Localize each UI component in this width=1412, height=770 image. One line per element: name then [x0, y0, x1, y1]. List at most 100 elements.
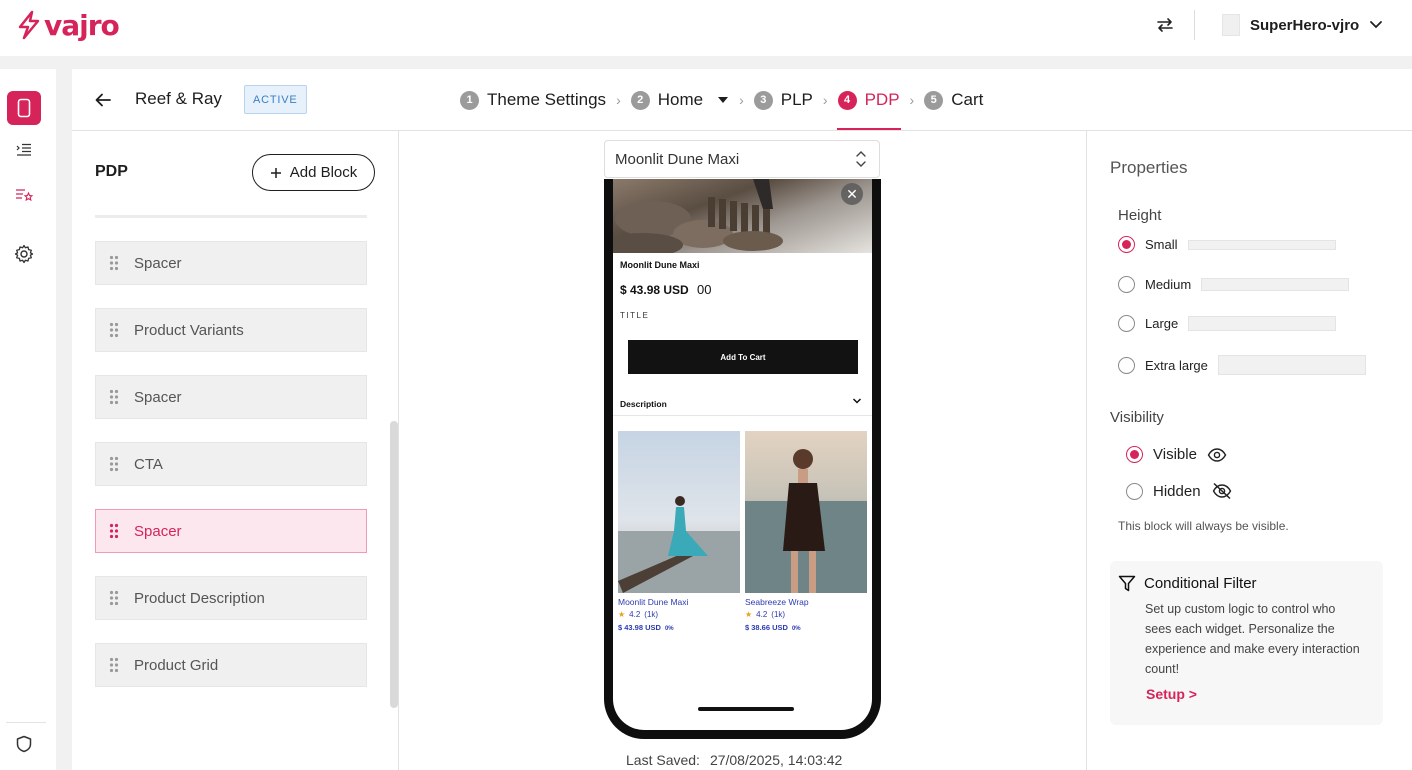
drag-handle-icon[interactable]: [108, 523, 120, 539]
drag-handle-icon[interactable]: [108, 322, 120, 338]
phone-preview: ✕ Moonlit Dune Maxi $ 43.98 USD 00 TITLE…: [604, 179, 881, 739]
home-indicator: [698, 707, 794, 711]
last-saved-value: 27/08/2025, 14:03:42: [709, 752, 843, 768]
chevron-down-icon: [852, 398, 862, 404]
block-label: Spacer: [134, 522, 182, 540]
drag-handle-icon[interactable]: [108, 657, 120, 673]
filter-description: Set up custom logic to control who sees …: [1145, 602, 1360, 676]
last-saved-label: Last Saved:: [626, 752, 700, 768]
block-label: Spacer: [134, 388, 182, 406]
price-value: $ 38.66 USD: [745, 623, 788, 632]
block-item-spacer[interactable]: Spacer: [95, 241, 367, 285]
nav-settings[interactable]: [7, 237, 41, 271]
properties-title: Properties: [1110, 158, 1188, 177]
radio-unselected[interactable]: [1118, 276, 1135, 293]
blocks-scrollbar[interactable]: [390, 421, 398, 708]
filter-header: Conditional Filter: [1118, 575, 1257, 592]
sort-chevrons-icon: [856, 151, 866, 167]
radio-unselected[interactable]: [1126, 482, 1143, 500]
step-theme-settings[interactable]: 1 Theme Settings: [460, 87, 606, 113]
product-name: Moonlit Dune Maxi: [618, 597, 689, 607]
rail-divider: [6, 722, 46, 723]
nav-security[interactable]: [7, 727, 41, 761]
add-block-label: Add Block: [289, 164, 358, 181]
visibility-option-visible[interactable]: Visible: [1126, 446, 1227, 463]
product-select[interactable]: Moonlit Dune Maxi: [604, 140, 880, 178]
radio-label: Large: [1145, 316, 1179, 331]
vajro-logo[interactable]: vajro: [16, 8, 120, 42]
blocks-panel: PDP Add Block Spacer Product Variants Sp…: [72, 131, 399, 770]
step-cart[interactable]: 5 Cart: [924, 87, 983, 113]
block-label: Product Grid: [134, 656, 219, 674]
bolt-icon: [18, 10, 40, 40]
eye-icon: [1207, 447, 1227, 462]
height-option-large[interactable]: Large: [1118, 315, 1337, 332]
rating-value: 4.2: [756, 610, 768, 619]
plus-icon: [270, 167, 281, 178]
drag-handle-icon[interactable]: [108, 255, 120, 271]
drag-handle-icon[interactable]: [108, 590, 120, 606]
block-item-product-description[interactable]: Product Description: [95, 576, 367, 620]
height-option-medium[interactable]: Medium: [1118, 276, 1350, 293]
chevron-right-icon: ›: [616, 92, 621, 108]
grid-product-card[interactable]: Seabreeze Wrap ★ 4.2 (1k) $ 38.66 USD 0%: [745, 431, 867, 632]
height-option-extra-large[interactable]: Extra large: [1118, 355, 1366, 375]
block-item-spacer[interactable]: Spacer: [95, 375, 367, 419]
pdp-price-extra: 00: [697, 282, 712, 297]
nav-mobile-builder[interactable]: [7, 91, 41, 125]
filter-title: Conditional Filter: [1144, 575, 1257, 592]
visibility-option-hidden[interactable]: Hidden: [1126, 482, 1233, 500]
variant-label: TITLE: [620, 311, 650, 320]
list-indent-icon: [16, 143, 31, 156]
step-plp[interactable]: 3 PLP: [753, 87, 813, 113]
block-item-product-grid[interactable]: Product Grid: [95, 643, 367, 687]
account-menu[interactable]: SuperHero-vjro: [1222, 12, 1383, 38]
step-home[interactable]: 2 Home: [630, 87, 729, 113]
caret-down-icon: [718, 97, 729, 103]
grid-product-card[interactable]: Moonlit Dune Maxi ★ 4.2 (1k) $ 43.98 USD…: [618, 431, 740, 632]
chevron-right-icon: ›: [739, 92, 744, 108]
top-bar: vajro SuperHero-vjro: [0, 0, 1412, 56]
close-icon[interactable]: ✕: [841, 183, 863, 205]
height-option-small[interactable]: Small: [1118, 236, 1336, 253]
drag-handle-icon[interactable]: [108, 389, 120, 405]
radio-selected[interactable]: [1126, 446, 1143, 463]
beach-rocks-image: [613, 179, 783, 257]
filter-setup-link[interactable]: Setup >: [1146, 686, 1197, 702]
block-label: Product Variants: [134, 321, 244, 339]
last-saved: Last Saved: 27/08/2025, 14:03:42: [626, 752, 842, 768]
add-to-cart-button[interactable]: Add To Cart: [628, 340, 858, 374]
store-name: Reef & Ray: [135, 89, 222, 108]
add-block-button[interactable]: Add Block: [252, 154, 375, 191]
radio-unselected[interactable]: [1118, 315, 1135, 332]
description-accordion[interactable]: Description: [613, 391, 872, 416]
block-label: Spacer: [134, 254, 182, 272]
step-number: 5: [924, 90, 944, 110]
drag-handle-icon[interactable]: [108, 456, 120, 472]
nav-menu-builder[interactable]: [7, 133, 41, 167]
radio-label: Hidden: [1153, 482, 1201, 500]
star-icon: ★: [745, 610, 753, 619]
editor-header: Reef & Ray ACTIVE 1 Theme Settings › 2 H…: [72, 69, 1412, 131]
height-label: Height: [1118, 207, 1162, 224]
gear-icon: [14, 244, 34, 264]
switch-store-button[interactable]: [1152, 12, 1178, 38]
block-item-spacer-selected[interactable]: Spacer: [95, 509, 367, 553]
radio-selected[interactable]: [1118, 236, 1135, 253]
step-number: 2: [630, 90, 650, 110]
rating-value: 4.2: [629, 610, 641, 619]
block-item-product-variants[interactable]: Product Variants: [95, 308, 367, 352]
block-item-cta[interactable]: CTA: [95, 442, 367, 486]
product-price: $ 43.98 USD 0%: [618, 623, 740, 632]
description-label: Description: [620, 399, 667, 409]
step-pdp[interactable]: 4 PDP: [836, 87, 901, 130]
step-number: 3: [753, 90, 773, 110]
radio-unselected[interactable]: [1118, 356, 1135, 374]
back-button[interactable]: [92, 89, 114, 111]
step-number: 4: [837, 90, 857, 110]
chevron-down-icon: [1370, 21, 1383, 29]
product-name: Seabreeze Wrap: [745, 597, 809, 607]
panel-title: PDP: [95, 163, 128, 180]
discount-badge: 0%: [664, 626, 674, 632]
nav-featured-lists[interactable]: [7, 178, 41, 212]
